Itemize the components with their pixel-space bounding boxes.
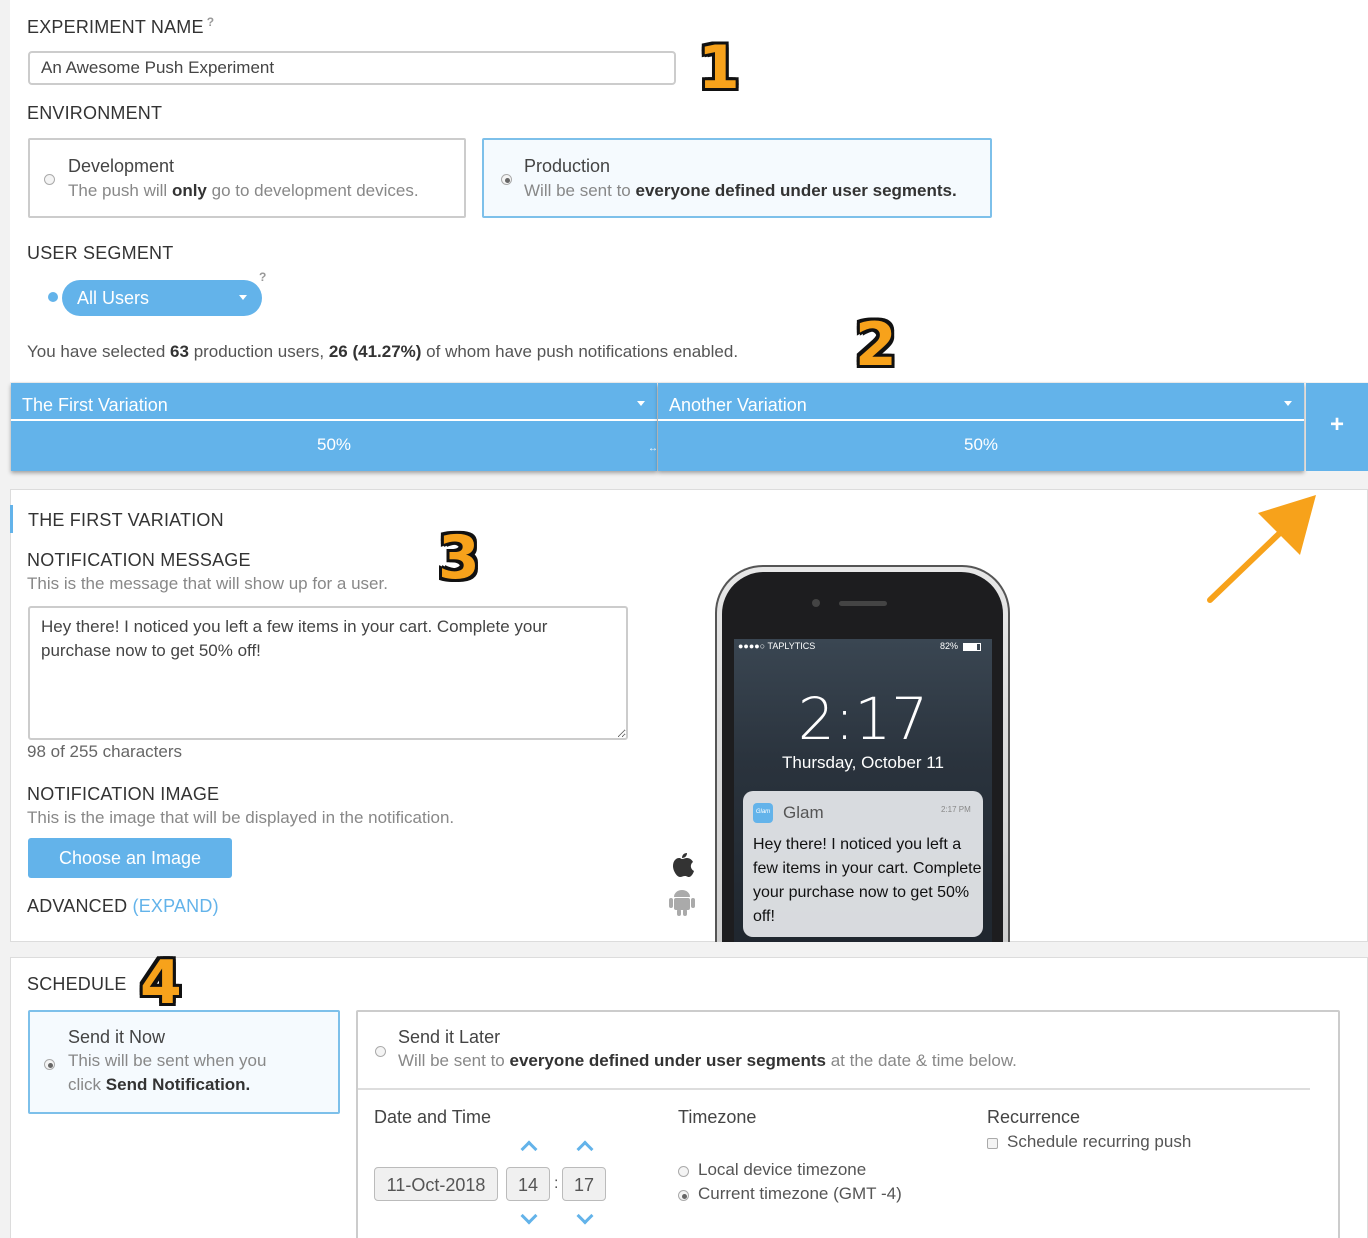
send-later-radio[interactable] (375, 1046, 386, 1057)
minute-up-icon[interactable] (576, 1140, 594, 1158)
hour-down-icon[interactable] (520, 1207, 538, 1225)
hour-input[interactable]: 14 (506, 1167, 550, 1201)
notification-image-help: This is the image that will be displayed… (27, 808, 455, 827)
battery-icon (963, 643, 981, 651)
send-later-title: Send it Later (398, 1027, 501, 1047)
development-title: Development (68, 156, 175, 176)
variation-split-handle[interactable]: ↔ (648, 443, 658, 454)
variation-2-name: Another Variation (669, 395, 807, 415)
apple-icon[interactable] (668, 851, 696, 881)
user-segment-label: USER SEGMENT (27, 243, 174, 263)
notification-message-help: This is the message that will show up fo… (27, 574, 388, 593)
schedule-label: SCHEDULE (27, 974, 127, 994)
notification-message-label: NOTIFICATION MESSAGE (27, 550, 251, 570)
step-badge-4: 4 (140, 948, 182, 1018)
android-icon[interactable] (668, 887, 696, 917)
send-later-description: Will be sent to everyone defined under u… (398, 1051, 1017, 1070)
add-variation-button[interactable]: + (1306, 383, 1368, 471)
variation-2-header[interactable]: Another Variation (658, 383, 1304, 421)
lock-date: Thursday, October 11 (782, 753, 944, 772)
date-input[interactable]: 11-Oct-2018 (374, 1167, 498, 1201)
timezone-label: Timezone (678, 1107, 757, 1127)
app-name: Glam (783, 803, 824, 822)
notification-image-label: NOTIFICATION IMAGE (27, 784, 220, 804)
send-later-option[interactable]: Send it Later Will be sent to everyone d… (356, 1010, 1340, 1238)
app-icon: Glam (753, 803, 773, 823)
environment-label: ENVIRONMENT (27, 103, 163, 123)
choose-image-button[interactable]: Choose an Image (28, 838, 232, 878)
notification-card: Glam Glam 2:17 PM Hey there! I noticed y… (743, 791, 983, 937)
environment-development-option[interactable]: Development The push will only go to dev… (28, 138, 466, 218)
send-now-desc-1: This will be sent when you (68, 1051, 267, 1070)
phone-speaker (839, 601, 887, 606)
variation-detail-accent (10, 505, 13, 533)
send-now-option[interactable]: Send it Now This will be sent when you c… (28, 1010, 340, 1114)
chevron-down-icon (239, 295, 247, 300)
current-timezone-label: Current timezone (GMT -4) (698, 1184, 902, 1203)
variation-2-percent: 50% (963, 435, 999, 454)
send-now-desc-2: click Send Notification. (68, 1075, 251, 1094)
send-now-title: Send it Now (68, 1027, 166, 1047)
status-carrier: ●●●●○ TAPLYTICS (738, 641, 816, 651)
local-timezone-radio[interactable] (678, 1166, 689, 1177)
segment-help-icon[interactable]: ? (259, 270, 266, 284)
environment-production-option[interactable]: Production Will be sent to everyone defi… (482, 138, 992, 218)
lock-time: 2:17 (797, 685, 929, 753)
notification-text: Hey there! I noticed you left a few item… (753, 836, 982, 925)
phone-camera (812, 599, 820, 607)
minute-input[interactable]: 17 (562, 1167, 606, 1201)
production-radio[interactable] (501, 174, 512, 185)
minute-down-icon[interactable] (576, 1207, 594, 1225)
variation-1-header[interactable]: The First Variation (11, 383, 657, 421)
recurring-checkbox[interactable] (987, 1138, 998, 1149)
time-separator: : (554, 1175, 559, 1192)
variation-detail-title: THE FIRST VARIATION (28, 510, 224, 530)
step-badge-2: 2 (855, 310, 897, 380)
variation-2[interactable]: Another Variation 50% (658, 383, 1304, 471)
variation-1-name: The First Variation (22, 395, 168, 415)
production-description: Will be sent to everyone defined under u… (524, 181, 957, 200)
experiment-name-input[interactable] (28, 51, 676, 85)
phone-screen: ●●●●○ TAPLYTICS 82% 2:17 Thursday, Octob… (734, 639, 992, 942)
chevron-down-icon[interactable] (637, 401, 645, 406)
development-radio[interactable] (44, 174, 55, 185)
step-badge-3: 3 (438, 523, 480, 593)
expand-link[interactable]: (EXPAND) (133, 896, 219, 916)
local-timezone-label: Local device timezone (698, 1160, 867, 1179)
user-segment-dropdown[interactable]: All Users (62, 280, 262, 316)
production-title: Production (524, 156, 611, 176)
current-timezone-radio[interactable] (678, 1190, 689, 1201)
status-battery: 82% (940, 641, 959, 651)
development-description: The push will only go to development dev… (68, 181, 419, 200)
help-icon[interactable]: ? (207, 15, 215, 29)
character-count: 98 of 255 characters (27, 742, 182, 761)
arrow-annotation-icon (1207, 495, 1316, 603)
user-segment-value: All Users (77, 288, 150, 308)
segment-bullet (48, 292, 58, 302)
segment-summary: You have selected 63 production users, 2… (27, 342, 739, 361)
variation-1[interactable]: The First Variation 50% (11, 383, 657, 471)
send-now-radio[interactable] (44, 1059, 55, 1070)
date-time-label: Date and Time (374, 1107, 492, 1127)
chevron-down-icon[interactable] (1284, 401, 1292, 406)
hour-up-icon[interactable] (520, 1140, 538, 1158)
notification-message-input[interactable]: Hey there! I noticed you left a few item… (28, 606, 628, 740)
variation-1-percent: 50% (316, 435, 352, 454)
notification-time: 2:17 PM (941, 805, 971, 814)
experiment-name-label: EXPERIMENT NAME? (27, 15, 215, 37)
recurrence-label: Recurrence (987, 1107, 1081, 1127)
step-badge-1: 1 (698, 33, 740, 103)
phone-preview: ●●●●○ TAPLYTICS 82% 2:17 Thursday, Octob… (715, 565, 1010, 942)
advanced-section: ADVANCED (EXPAND) (27, 896, 219, 916)
recurring-label: Schedule recurring push (1007, 1132, 1192, 1151)
send-later-divider (358, 1088, 1310, 1090)
